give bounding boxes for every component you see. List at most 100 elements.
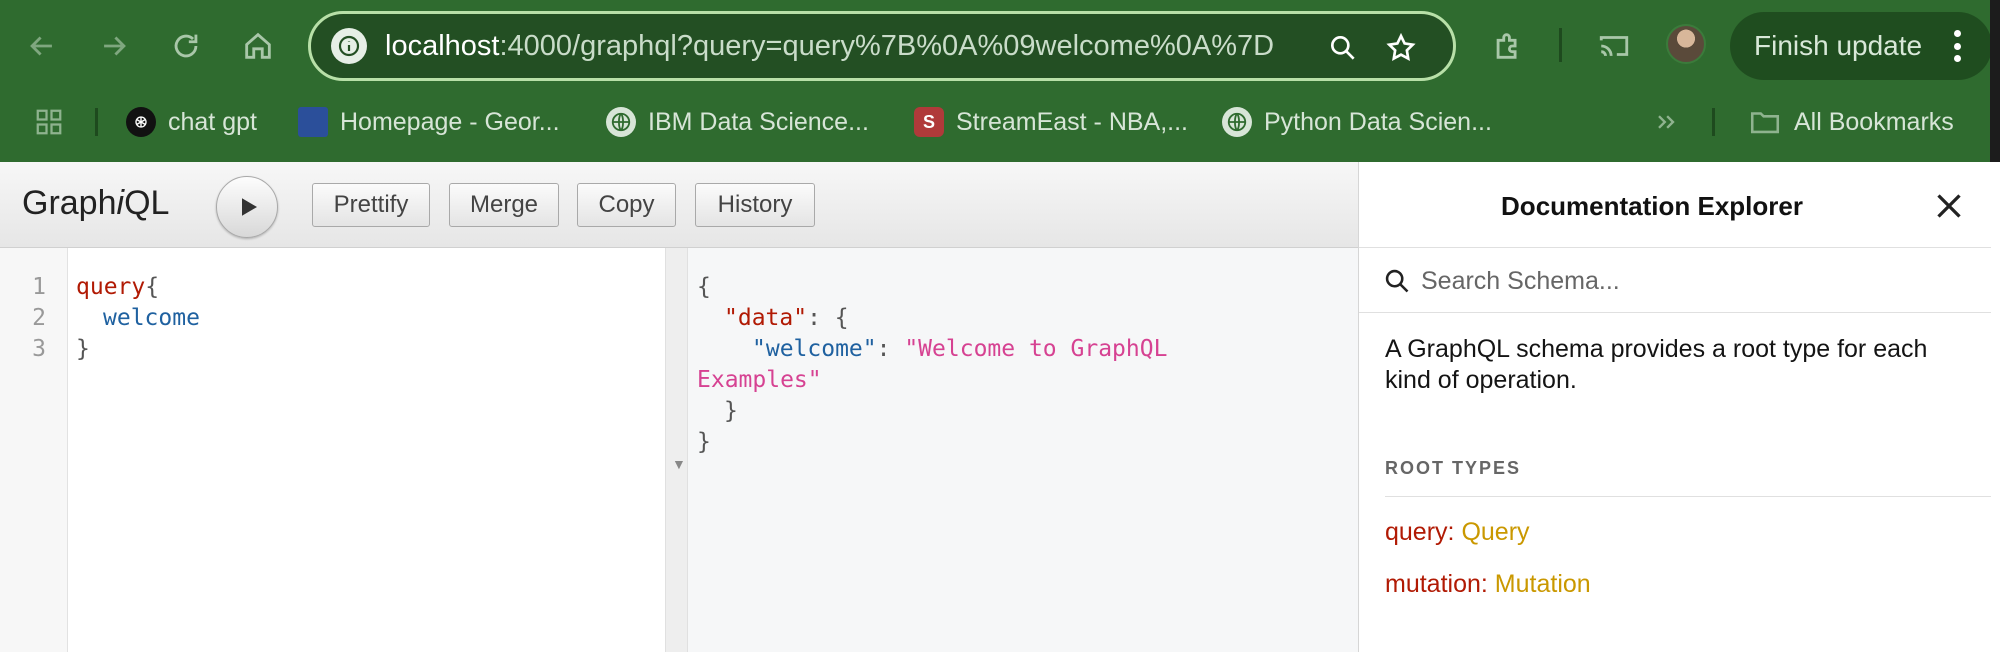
query-keyword: query bbox=[76, 274, 146, 300]
all-bookmarks-folder[interactable]: All Bookmarks bbox=[1748, 102, 1954, 142]
close-icon[interactable] bbox=[1931, 188, 1967, 224]
result-viewer: { "data": { "welcome": "Welcome to Graph… bbox=[688, 248, 1358, 652]
schema-description: A GraphQL schema provides a root type fo… bbox=[1385, 335, 1928, 394]
query-type-link[interactable]: Query bbox=[1461, 518, 1529, 546]
copy-button[interactable]: Copy bbox=[577, 183, 676, 227]
result-line-3: "welcome": "Welcome to GraphQL bbox=[752, 336, 1167, 362]
cast-icon bbox=[1599, 36, 1629, 57]
window-edge bbox=[1990, 0, 2000, 162]
reload-icon bbox=[174, 34, 198, 58]
colon: : bbox=[1480, 570, 1495, 598]
logo-part: i bbox=[116, 184, 125, 222]
bookmark-star-icon[interactable] bbox=[1381, 28, 1421, 68]
bookmark-label: StreamEast - NBA,... bbox=[956, 107, 1189, 136]
punctuation: : bbox=[876, 336, 905, 362]
brace: } bbox=[724, 398, 738, 424]
bookmarks-bar: chat gpt Homepage - Geor... IBM Data Sci… bbox=[0, 94, 1990, 150]
graphiql-toolbar: GraphiQL Prettify Merge Copy History bbox=[0, 162, 1358, 248]
university-seal-icon bbox=[298, 107, 328, 137]
welcome-key: "welcome" bbox=[752, 336, 877, 362]
home-button[interactable] bbox=[230, 18, 286, 74]
url-text[interactable]: localhost:4000/graphql?query=query%7B%0A… bbox=[385, 30, 1274, 63]
line-number: 3 bbox=[32, 336, 46, 362]
zoom-icon[interactable] bbox=[1323, 28, 1363, 68]
bookmarks-divider bbox=[95, 108, 98, 136]
execute-query-button[interactable] bbox=[216, 176, 278, 238]
result-line-6: } bbox=[697, 429, 711, 455]
bookmarks-divider bbox=[1712, 108, 1715, 136]
back-button[interactable] bbox=[14, 18, 70, 74]
divider bbox=[1385, 496, 1991, 497]
bookmark-label: chat gpt bbox=[168, 107, 257, 136]
colon: : bbox=[1447, 518, 1462, 546]
root-type-query: query: Query bbox=[1385, 518, 1530, 547]
profile-avatar[interactable] bbox=[1666, 24, 1706, 64]
result-line-2: "data": { bbox=[724, 305, 849, 331]
forward-button[interactable] bbox=[86, 18, 142, 74]
prettify-button[interactable]: Prettify bbox=[312, 183, 430, 227]
query-editor[interactable]: 1 2 3 query{ welcome } bbox=[0, 248, 666, 652]
merge-button[interactable]: Merge bbox=[449, 183, 559, 227]
graphiql-app: GraphiQL Prettify Merge Copy History 1 2… bbox=[0, 162, 2000, 652]
brace: } bbox=[697, 429, 711, 455]
browser-chrome: localhost:4000/graphql?query=query%7B%0A… bbox=[0, 0, 2000, 162]
address-bar[interactable]: localhost:4000/graphql?query=query%7B%0A… bbox=[308, 11, 1456, 81]
bookmark-label: IBM Data Science... bbox=[648, 107, 869, 136]
apps-grid-icon[interactable] bbox=[34, 102, 64, 142]
more-bookmarks-chevron-icon[interactable] bbox=[1652, 102, 1680, 142]
root-type-key: query bbox=[1385, 518, 1448, 546]
root-types-heading: ROOT TYPES bbox=[1385, 458, 1522, 478]
bookmark-ibm-data-science[interactable]: IBM Data Science... bbox=[606, 102, 869, 142]
line-number-gutter: 1 2 3 bbox=[0, 248, 68, 652]
finish-update-label: Finish update bbox=[1754, 30, 1923, 61]
line-number: 2 bbox=[32, 305, 46, 331]
reload-button[interactable] bbox=[158, 18, 214, 74]
welcome-value-wrap: Examples" bbox=[697, 367, 822, 393]
graphiql-logo: GraphiQL bbox=[22, 184, 169, 223]
back-arrow-icon bbox=[30, 36, 52, 56]
globe-icon bbox=[606, 107, 636, 137]
code-line-1: query{ bbox=[76, 274, 159, 300]
finish-update-button[interactable]: Finish update bbox=[1730, 12, 1992, 80]
streameast-s-icon: S bbox=[914, 107, 944, 137]
extensions-button[interactable] bbox=[1480, 18, 1536, 74]
bookmark-python-data-science[interactable]: Python Data Scien... bbox=[1222, 102, 1492, 142]
search-schema-input[interactable] bbox=[1421, 263, 1971, 299]
all-bookmarks-label: All Bookmarks bbox=[1794, 107, 1954, 136]
result-line-4: Examples" bbox=[697, 367, 822, 393]
logo-part: QL bbox=[124, 184, 170, 222]
site-info-icon[interactable] bbox=[331, 28, 367, 64]
bookmark-streameast[interactable]: S StreamEast - NBA,... bbox=[914, 102, 1188, 142]
mutation-type-link[interactable]: Mutation bbox=[1495, 570, 1591, 598]
welcome-field: welcome bbox=[103, 305, 200, 331]
punctuation: : { bbox=[807, 305, 849, 331]
root-type-mutation: mutation: Mutation bbox=[1385, 570, 1591, 599]
bookmark-label: Homepage - Geor... bbox=[340, 107, 560, 136]
schema-search bbox=[1359, 249, 1991, 313]
url-path: :4000/graphql?query=query%7B%0A%09welcom… bbox=[499, 30, 1275, 62]
logo-part: Graph bbox=[22, 184, 117, 222]
toolbar-divider bbox=[1559, 28, 1562, 62]
puzzle-icon bbox=[1496, 33, 1517, 59]
bookmark-homepage[interactable]: Homepage - Geor... bbox=[298, 102, 560, 142]
bookmark-chat-gpt[interactable]: chat gpt bbox=[126, 102, 257, 142]
line-number: 1 bbox=[32, 274, 46, 300]
docs-title: Documentation Explorer bbox=[1501, 191, 1803, 221]
folder-icon bbox=[1750, 112, 1780, 134]
fold-arrow-icon[interactable]: ▼ bbox=[672, 456, 686, 472]
docs-header: Documentation Explorer bbox=[1359, 162, 1991, 248]
search-icon bbox=[1383, 267, 1411, 295]
close-brace: } bbox=[76, 336, 90, 362]
code-line-2: welcome bbox=[103, 305, 200, 331]
openai-icon bbox=[126, 107, 156, 137]
history-button[interactable]: History bbox=[695, 183, 815, 227]
result-gutter bbox=[666, 248, 688, 652]
globe-icon bbox=[1222, 107, 1252, 137]
url-host: localhost bbox=[385, 30, 500, 62]
cast-button[interactable] bbox=[1586, 18, 1642, 74]
bookmark-label: Python Data Scien... bbox=[1264, 107, 1492, 136]
more-menu-icon[interactable] bbox=[1954, 30, 1962, 62]
result-line-1: { bbox=[697, 274, 711, 300]
documentation-explorer: Documentation Explorer A GraphQL schema … bbox=[1358, 162, 2000, 652]
welcome-value: "Welcome to GraphQL bbox=[904, 336, 1168, 362]
